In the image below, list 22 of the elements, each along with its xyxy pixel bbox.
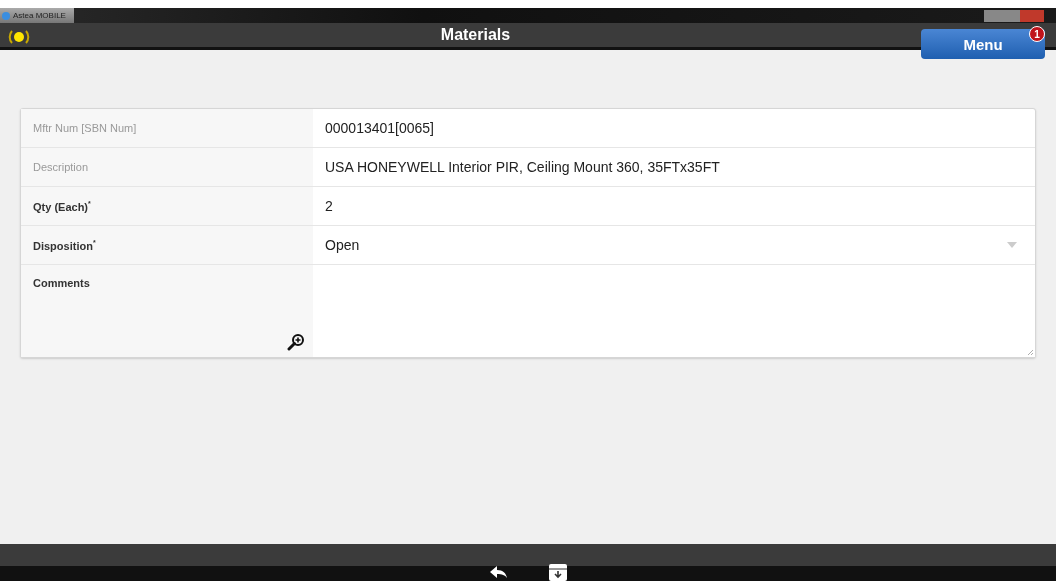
field-label: Qty (Each)$^{*}$ bbox=[33, 199, 91, 213]
notification-badge: 1 bbox=[1029, 26, 1045, 42]
window-title: Astea MOBILE bbox=[13, 11, 66, 20]
maximize-button[interactable] bbox=[1002, 9, 1020, 22]
field-value: USA HONEYWELL Interior PIR, Ceiling Mount 360, 35FTx35FT bbox=[324, 158, 721, 177]
comments-field[interactable] bbox=[313, 265, 1035, 357]
field-label: Mftr Num [SBN Num] bbox=[33, 122, 137, 134]
close-button[interactable] bbox=[1020, 9, 1044, 22]
back-icon[interactable] bbox=[488, 563, 508, 581]
dropdown-field[interactable]: Open bbox=[313, 226, 1035, 264]
caret-icon bbox=[1007, 242, 1017, 248]
resize-handle-icon[interactable] bbox=[1027, 349, 1034, 356]
field-value[interactable]: 2 bbox=[313, 187, 1035, 225]
minimize-button[interactable] bbox=[984, 9, 1002, 22]
field-value: 000013401[0065] bbox=[324, 119, 435, 138]
app-icon bbox=[2, 11, 10, 20]
page-title: Materials bbox=[439, 26, 512, 44]
field-label: Disposition$^{*}$ bbox=[33, 238, 96, 252]
zoom-in-icon[interactable] bbox=[287, 333, 305, 351]
archive-download-icon[interactable] bbox=[548, 563, 568, 581]
field-label: Description bbox=[33, 161, 89, 173]
field-label: Comments bbox=[33, 277, 90, 289]
